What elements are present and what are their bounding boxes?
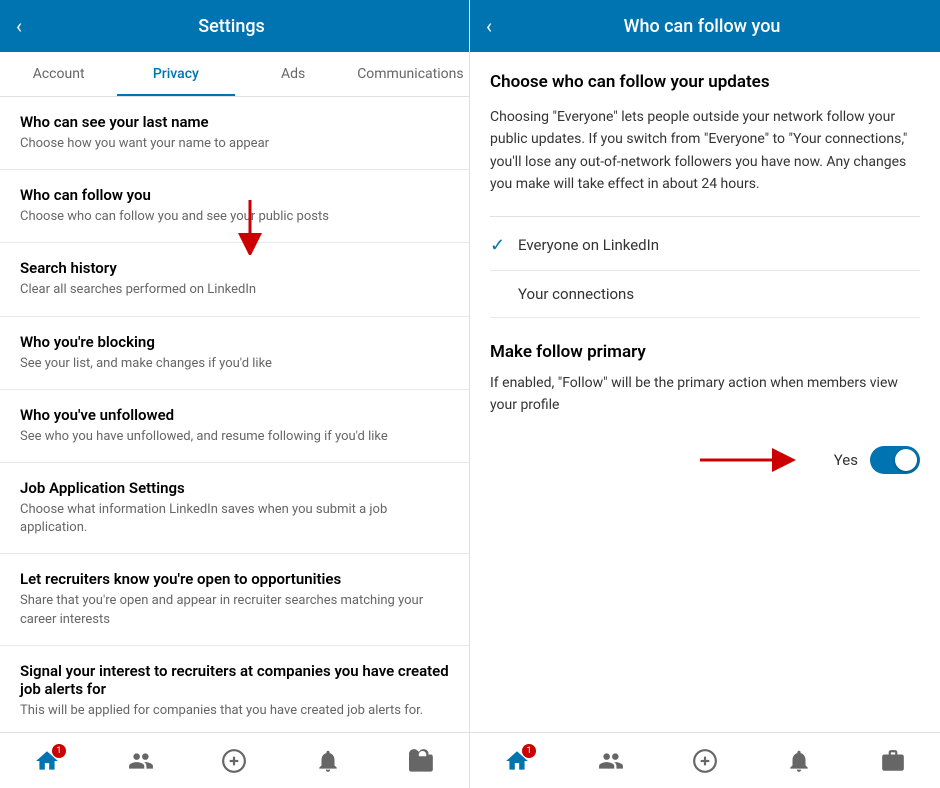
option-everyone[interactable]: ✓ Everyone on LinkedIn [490,221,920,271]
settings-list: Who can see your last name Choose how yo… [0,97,469,732]
nav-post[interactable] [221,748,247,774]
settings-item-blocking[interactable]: Who you're blocking See your list, and m… [0,317,469,390]
follow-section-desc: Choosing "Everyone" lets people outside … [490,106,920,196]
settings-item-follow-title: Who can follow you [20,186,449,204]
divider-top [490,216,920,217]
settings-item-signal-desc: This will be applied for companies that … [20,702,449,720]
right-back-button[interactable]: ‹ [486,14,492,38]
right-nav-network[interactable] [598,748,624,774]
settings-item-follow[interactable]: Who can follow you Choose who can follow… [0,170,469,243]
toggle-row: Yes [490,436,920,484]
option-everyone-label: Everyone on LinkedIn [518,236,659,254]
settings-item-job-title: Job Application Settings [20,479,449,497]
right-nav-post[interactable] [692,748,718,774]
left-back-button[interactable]: ‹ [16,14,22,38]
follow-primary-section: Make follow primary If enabled, "Follow"… [490,342,920,485]
settings-item-signal-interest[interactable]: Signal your interest to recruiters at co… [0,646,469,732]
settings-item-job-application[interactable]: Job Application Settings Choose what inf… [0,463,469,554]
settings-item-follow-desc: Choose who can follow you and see your p… [20,208,449,226]
settings-item-recruiters-desc: Share that you're open and appear in rec… [20,592,449,628]
follow-primary-toggle[interactable] [870,446,920,474]
settings-item-unfollowed-desc: See who you have unfollowed, and resume … [20,428,449,446]
right-content: Choose who can follow your updates Choos… [470,52,940,732]
option-connections[interactable]: Your connections [490,271,920,318]
right-bottom-nav: 1 [470,732,940,788]
right-panel: ‹ Who can follow you Choose who can foll… [470,0,940,788]
option-connections-label: Your connections [518,285,634,303]
left-header-title: Settings [34,16,429,37]
settings-item-unfollowed-title: Who you've unfollowed [20,406,449,424]
follow-section-title: Choose who can follow your updates [490,72,920,92]
nav-jobs[interactable] [409,748,435,774]
right-header-title: Who can follow you [504,16,900,37]
left-header: ‹ Settings [0,0,469,52]
tab-account[interactable]: Account [0,52,117,96]
tab-ads[interactable]: Ads [235,52,352,96]
right-home-badge: 1 [522,744,536,758]
right-nav-home[interactable]: 1 [504,748,530,774]
left-bottom-nav: 1 [0,732,469,788]
settings-item-recruiters-open[interactable]: Let recruiters know you're open to oppor… [0,554,469,645]
settings-item-title: Who can see your last name [20,113,449,131]
nav-home[interactable]: 1 [34,748,60,774]
settings-item-blocking-desc: See your list, and make changes if you'd… [20,355,449,373]
settings-item-search-desc: Clear all searches performed on LinkedIn [20,281,449,299]
follow-primary-title: Make follow primary [490,342,920,362]
right-nav-jobs[interactable] [880,748,906,774]
settings-item-signal-title: Signal your interest to recruiters at co… [20,662,449,698]
tabs-bar: Account Privacy Ads Communications [0,52,469,97]
right-header: ‹ Who can follow you [470,0,940,52]
settings-item-desc: Choose how you want your name to appear [20,135,449,153]
settings-item-search-history[interactable]: Search history Clear all searches perfor… [0,243,469,316]
settings-item-unfollowed[interactable]: Who you've unfollowed See who you have u… [0,390,469,463]
check-icon: ✓ [490,235,518,256]
follow-primary-desc: If enabled, "Follow" will be the primary… [490,372,920,417]
home-badge: 1 [52,744,66,758]
right-nav-notifications[interactable] [786,748,812,774]
tab-communications[interactable]: Communications [352,52,469,96]
settings-item-recruiters-title: Let recruiters know you're open to oppor… [20,570,449,588]
settings-item-search-title: Search history [20,259,449,277]
nav-network[interactable] [128,748,154,774]
nav-notifications[interactable] [315,748,341,774]
settings-item-job-desc: Choose what information LinkedIn saves w… [20,501,449,537]
settings-item-blocking-title: Who you're blocking [20,333,449,351]
settings-item-last-name[interactable]: Who can see your last name Choose how yo… [0,97,469,170]
tab-privacy[interactable]: Privacy [117,52,234,96]
toggle-yes-label: Yes [834,451,858,469]
left-panel: ‹ Settings Account Privacy Ads Communica… [0,0,470,788]
